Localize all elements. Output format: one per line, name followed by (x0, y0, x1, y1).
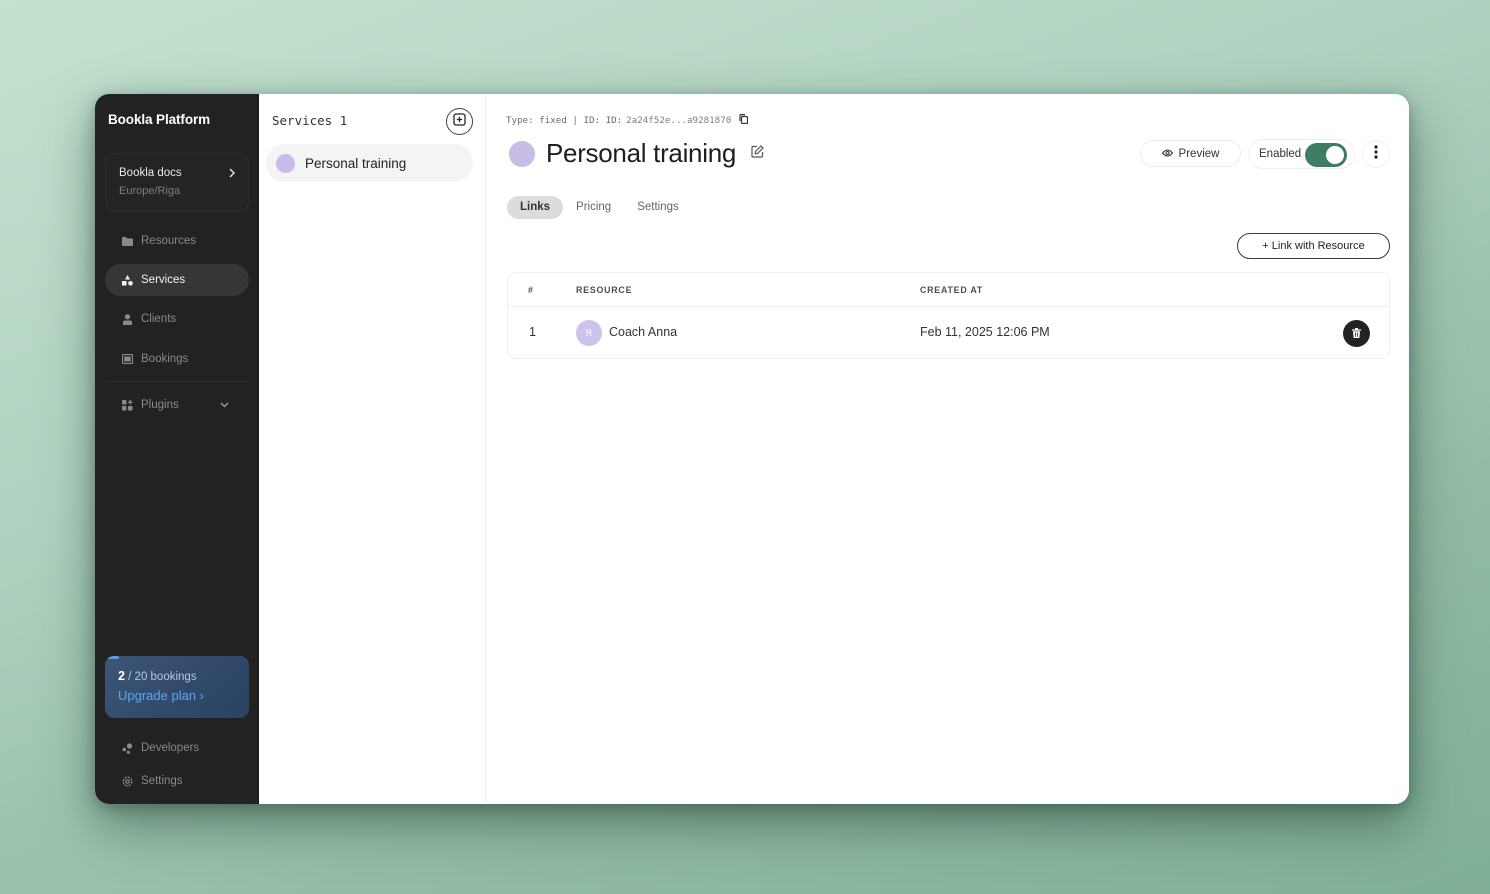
sidebar-item-services[interactable]: Services (105, 264, 249, 296)
sidebar-item-bookings[interactable]: Bookings (105, 343, 249, 375)
upgrade-plan-link[interactable]: Upgrade plan › (118, 688, 204, 703)
services-list-title: Services 1 (272, 113, 348, 128)
more-options-button[interactable] (1362, 140, 1390, 168)
service-color-dot (276, 153, 295, 173)
sidebar-item-developers[interactable]: Developers (105, 732, 249, 764)
service-list-item[interactable]: Personal training (266, 144, 473, 182)
column-header-created-at: CREATED AT (920, 285, 984, 295)
gear-icon (122, 776, 133, 787)
enabled-control: Enabled (1248, 139, 1355, 169)
title-row: Personal training (509, 138, 764, 169)
add-square-icon (453, 112, 466, 131)
service-name: Personal training (305, 155, 407, 171)
organization-name: Bookla docs (119, 167, 182, 179)
resource-name[interactable]: Coach Anna (609, 325, 677, 339)
tab-pricing[interactable]: Pricing (563, 196, 624, 219)
sidebar-item-label: Plugins (141, 399, 179, 411)
tab-settings[interactable]: Settings (624, 196, 692, 219)
add-service-button[interactable] (446, 108, 473, 135)
sidebar-item-clients[interactable]: Clients (105, 303, 249, 335)
page-title: Personal training (546, 138, 737, 168)
plan-total: 20 bookings (134, 671, 197, 683)
plan-usage-count: 2 / 20 bookings (118, 669, 197, 683)
folder-icon (122, 236, 133, 247)
service-type-and-id-label: Type: fixed | ID: ID: (506, 115, 623, 126)
chevron-down-icon (220, 400, 229, 411)
service-id: 2a24f52e...a9281870 (626, 115, 732, 126)
app-window: Bookla Platform Bookla docs Europe/Riga … (95, 94, 1409, 804)
sidebar-item-settings[interactable]: Settings (105, 765, 249, 797)
more-vertical-icon (1374, 144, 1378, 164)
sidebar-divider (105, 381, 249, 382)
calendar-icon (122, 354, 133, 365)
user-icon (122, 313, 133, 325)
copy-id-button[interactable] (739, 114, 749, 127)
organization-switcher[interactable]: Bookla docs Europe/Riga (105, 153, 249, 212)
service-meta: Type: fixed | ID: ID: 2a24f52e...a928187… (506, 114, 749, 127)
column-header-index: # (528, 285, 534, 295)
sidebar-item-label: Clients (141, 313, 177, 325)
sidebar-item-label: Developers (141, 742, 200, 754)
organization-timezone: Europe/Riga (119, 185, 181, 197)
delete-link-button[interactable] (1343, 320, 1370, 347)
service-detail: Type: fixed | ID: ID: 2a24f52e...a928187… (486, 94, 1409, 804)
copy-icon (739, 114, 749, 127)
sidebar-item-resources[interactable]: Resources (105, 225, 249, 257)
column-header-resource: RESOURCE (576, 285, 633, 295)
enabled-label: Enabled (1259, 148, 1302, 160)
trash-icon (1352, 325, 1361, 343)
sidebar-item-plugins[interactable]: Plugins (105, 389, 249, 421)
table-row: 1 R Coach Anna Feb 11, 2025 12:06 PM (508, 307, 1389, 359)
links-table: # RESOURCE CREATED AT 1 R Coach Anna Feb… (507, 272, 1390, 359)
developers-icon (122, 742, 133, 754)
sidebar: Bookla Platform Bookla docs Europe/Riga … (95, 94, 259, 804)
edit-title-button[interactable] (751, 144, 764, 163)
plan-used-count: 2 (118, 669, 125, 683)
preview-button[interactable]: Preview (1140, 140, 1241, 167)
detail-tabs: Links Pricing Settings (507, 196, 692, 219)
link-with-resource-button[interactable]: + Link with Resource (1237, 233, 1390, 259)
plan-usage-card[interactable]: 2 / 20 bookings Upgrade plan › (105, 656, 249, 718)
row-index: 1 (529, 325, 536, 339)
sidebar-item-label: Bookings (141, 353, 189, 365)
shapes-icon (122, 274, 133, 286)
plan-usage-progress-bar (105, 656, 120, 659)
sidebar-item-label: Resources (141, 235, 196, 247)
services-list-pane: Services 1 Personal training (259, 94, 486, 804)
edit-icon (751, 144, 764, 163)
tab-links[interactable]: Links (507, 196, 564, 219)
eye-icon (1161, 148, 1179, 160)
enabled-toggle[interactable] (1305, 143, 1347, 167)
brand-logo[interactable]: Bookla Platform (108, 112, 210, 127)
service-color-dot (509, 140, 535, 167)
grid-icon (122, 399, 133, 411)
table-header: # RESOURCE CREATED AT (508, 273, 1389, 307)
preview-label: Preview (1178, 147, 1220, 160)
created-at: Feb 11, 2025 12:06 PM (920, 325, 1050, 339)
chevron-right-icon (228, 166, 236, 181)
resource-avatar: R (576, 320, 602, 346)
sidebar-item-label: Settings (141, 775, 183, 787)
toggle-knob (1326, 146, 1344, 164)
sidebar-item-label: Services (141, 274, 186, 286)
